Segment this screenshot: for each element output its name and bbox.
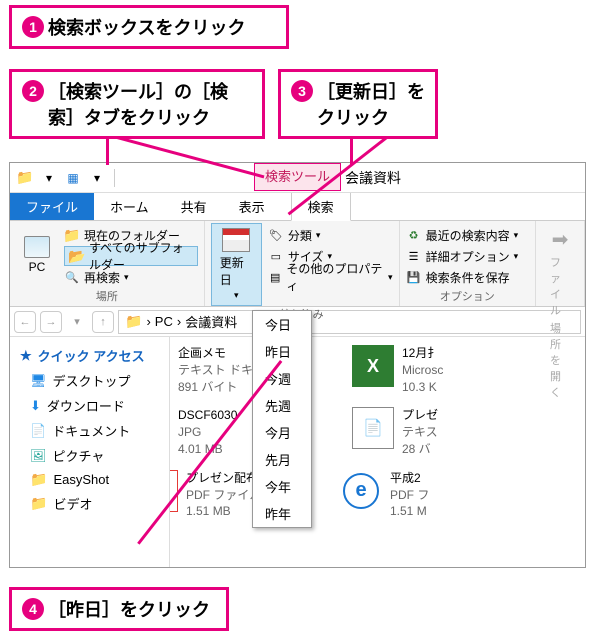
other-properties-button[interactable]: ▤その他のプロパティ▾ bbox=[268, 267, 393, 287]
search-again-button[interactable]: 🔍再検索▾ bbox=[64, 267, 198, 287]
menu-item-last-year[interactable]: 昨年 bbox=[253, 500, 311, 527]
nav-easyshot[interactable]: 📁EasyShot bbox=[10, 468, 169, 491]
pc-icon bbox=[24, 236, 50, 258]
arrow-icon: ➡ bbox=[552, 227, 569, 252]
callout-3: 3［更新日］をクリック bbox=[278, 69, 438, 139]
all-subfolders-button[interactable]: 📂すべてのサブフォルダー bbox=[64, 246, 198, 266]
download-icon: ⬇ bbox=[30, 398, 41, 414]
nav-pictures[interactable]: 🖼ピクチャ bbox=[10, 443, 169, 468]
open-file-location-button: ➡ ファイル 場所を開く bbox=[542, 223, 578, 404]
ribbon-group-label: オプション bbox=[406, 288, 529, 304]
file-item[interactable]: e 平成2PDF フ1.51 M bbox=[340, 470, 460, 520]
star-icon: ★ bbox=[20, 348, 32, 364]
nav-documents[interactable]: 📄ドキュメント bbox=[10, 418, 169, 443]
save-search-button[interactable]: 💾検索条件を保存 bbox=[406, 267, 529, 287]
ribbon: PC 📁現在のフォルダー 📂すべてのサブフォルダー 🔍再検索▾ 場所 更新日 ▾ bbox=[10, 221, 585, 307]
edge-pdf-icon: e bbox=[340, 470, 382, 512]
document-icon: 📄 bbox=[30, 423, 46, 439]
callout-1: 1検索ボックスをクリック bbox=[9, 5, 289, 49]
tab-file[interactable]: ファイル bbox=[10, 193, 94, 220]
menu-item-last-month[interactable]: 先月 bbox=[253, 446, 311, 473]
nav-history-button[interactable]: ▾ bbox=[66, 311, 88, 333]
kind-button[interactable]: 🏷分類▾ bbox=[268, 225, 393, 245]
tab-share[interactable]: 共有 bbox=[165, 193, 223, 220]
properties-icon[interactable]: ▦ bbox=[62, 167, 84, 189]
title-bar: 📁 ▾ ▦ ▾ 検索ツール 会議資料 bbox=[10, 163, 585, 193]
callout-2: 2［検索ツール］の［検索］タブをクリック bbox=[9, 69, 265, 139]
desktop-icon: 🖥 bbox=[30, 373, 47, 389]
tab-home[interactable]: ホーム bbox=[94, 193, 165, 220]
this-pc-button[interactable]: PC bbox=[16, 223, 58, 287]
nav-quick-access[interactable]: ★クイック アクセス bbox=[10, 343, 169, 368]
nav-back-button[interactable]: ← bbox=[14, 311, 36, 333]
date-modified-button[interactable]: 更新日 ▾ bbox=[211, 223, 262, 306]
nav-videos[interactable]: 📁ビデオ bbox=[10, 491, 169, 516]
file-item[interactable]: X 12月扌Microsc10.3 K bbox=[352, 345, 472, 395]
recent-searches-button[interactable]: ♻最近の検索内容▾ bbox=[406, 225, 529, 245]
menu-item-last-week[interactable]: 先週 bbox=[253, 392, 311, 419]
callout-4: 4［昨日］をクリック bbox=[9, 587, 229, 631]
nav-downloads[interactable]: ⬇ダウンロード bbox=[10, 393, 169, 418]
kind-icon: 🏷 bbox=[268, 227, 284, 243]
folder-icon: 📁 bbox=[125, 313, 142, 330]
folder-icon[interactable]: 📁 bbox=[14, 167, 36, 189]
qat-overflow-icon[interactable]: ▾ bbox=[86, 167, 108, 189]
search-icon: 🔍 bbox=[64, 269, 80, 285]
file-list: 企画メモテキスト ドキュメント891 バイト X 12月扌Microsc10.3… bbox=[170, 337, 585, 567]
list-icon: ☰ bbox=[406, 248, 422, 264]
nav-desktop[interactable]: 🖥デスクトップ bbox=[10, 368, 169, 393]
nav-up-button[interactable]: ↑ bbox=[92, 311, 114, 333]
folder-icon: 📁 bbox=[30, 495, 47, 512]
picture-icon: 🖼 bbox=[30, 448, 47, 464]
menu-item-today[interactable]: 今日 bbox=[253, 311, 311, 338]
qat-dropdown-icon[interactable]: ▾ bbox=[38, 167, 60, 189]
file-item[interactable]: 📄 プレゼテキス28 バ bbox=[352, 407, 472, 457]
ribbon-group-label: 場所 bbox=[16, 288, 198, 304]
calendar-icon bbox=[222, 228, 250, 252]
folder-icon: 📁 bbox=[30, 471, 47, 488]
tab-view[interactable]: 表示 bbox=[223, 193, 281, 220]
advanced-options-button[interactable]: ☰詳細オプション▾ bbox=[406, 246, 529, 266]
menu-item-this-month[interactable]: 今月 bbox=[253, 419, 311, 446]
menu-item-this-year[interactable]: 今年 bbox=[253, 473, 311, 500]
nav-forward-button[interactable]: → bbox=[40, 311, 62, 333]
recycle-icon: ♻ bbox=[406, 227, 422, 243]
breadcrumb-pc[interactable]: PC bbox=[155, 314, 173, 329]
divider bbox=[114, 169, 115, 187]
size-icon: ▭ bbox=[268, 248, 284, 264]
chevron-down-icon: ▾ bbox=[234, 290, 239, 301]
window-title: 会議資料 bbox=[345, 168, 401, 188]
folder-stack-icon: 📂 bbox=[69, 248, 85, 264]
properties-icon: ▤ bbox=[268, 269, 283, 285]
date-modified-menu: 今日 昨日 今週 先週 今月 先月 今年 昨年 bbox=[252, 310, 312, 528]
save-icon: 💾 bbox=[406, 269, 422, 285]
folder-icon: 📁 bbox=[64, 227, 80, 243]
excel-icon: X bbox=[352, 345, 394, 387]
contextual-tab-search-tools[interactable]: 検索ツール bbox=[254, 163, 341, 191]
text-icon: 📄 bbox=[352, 407, 394, 449]
